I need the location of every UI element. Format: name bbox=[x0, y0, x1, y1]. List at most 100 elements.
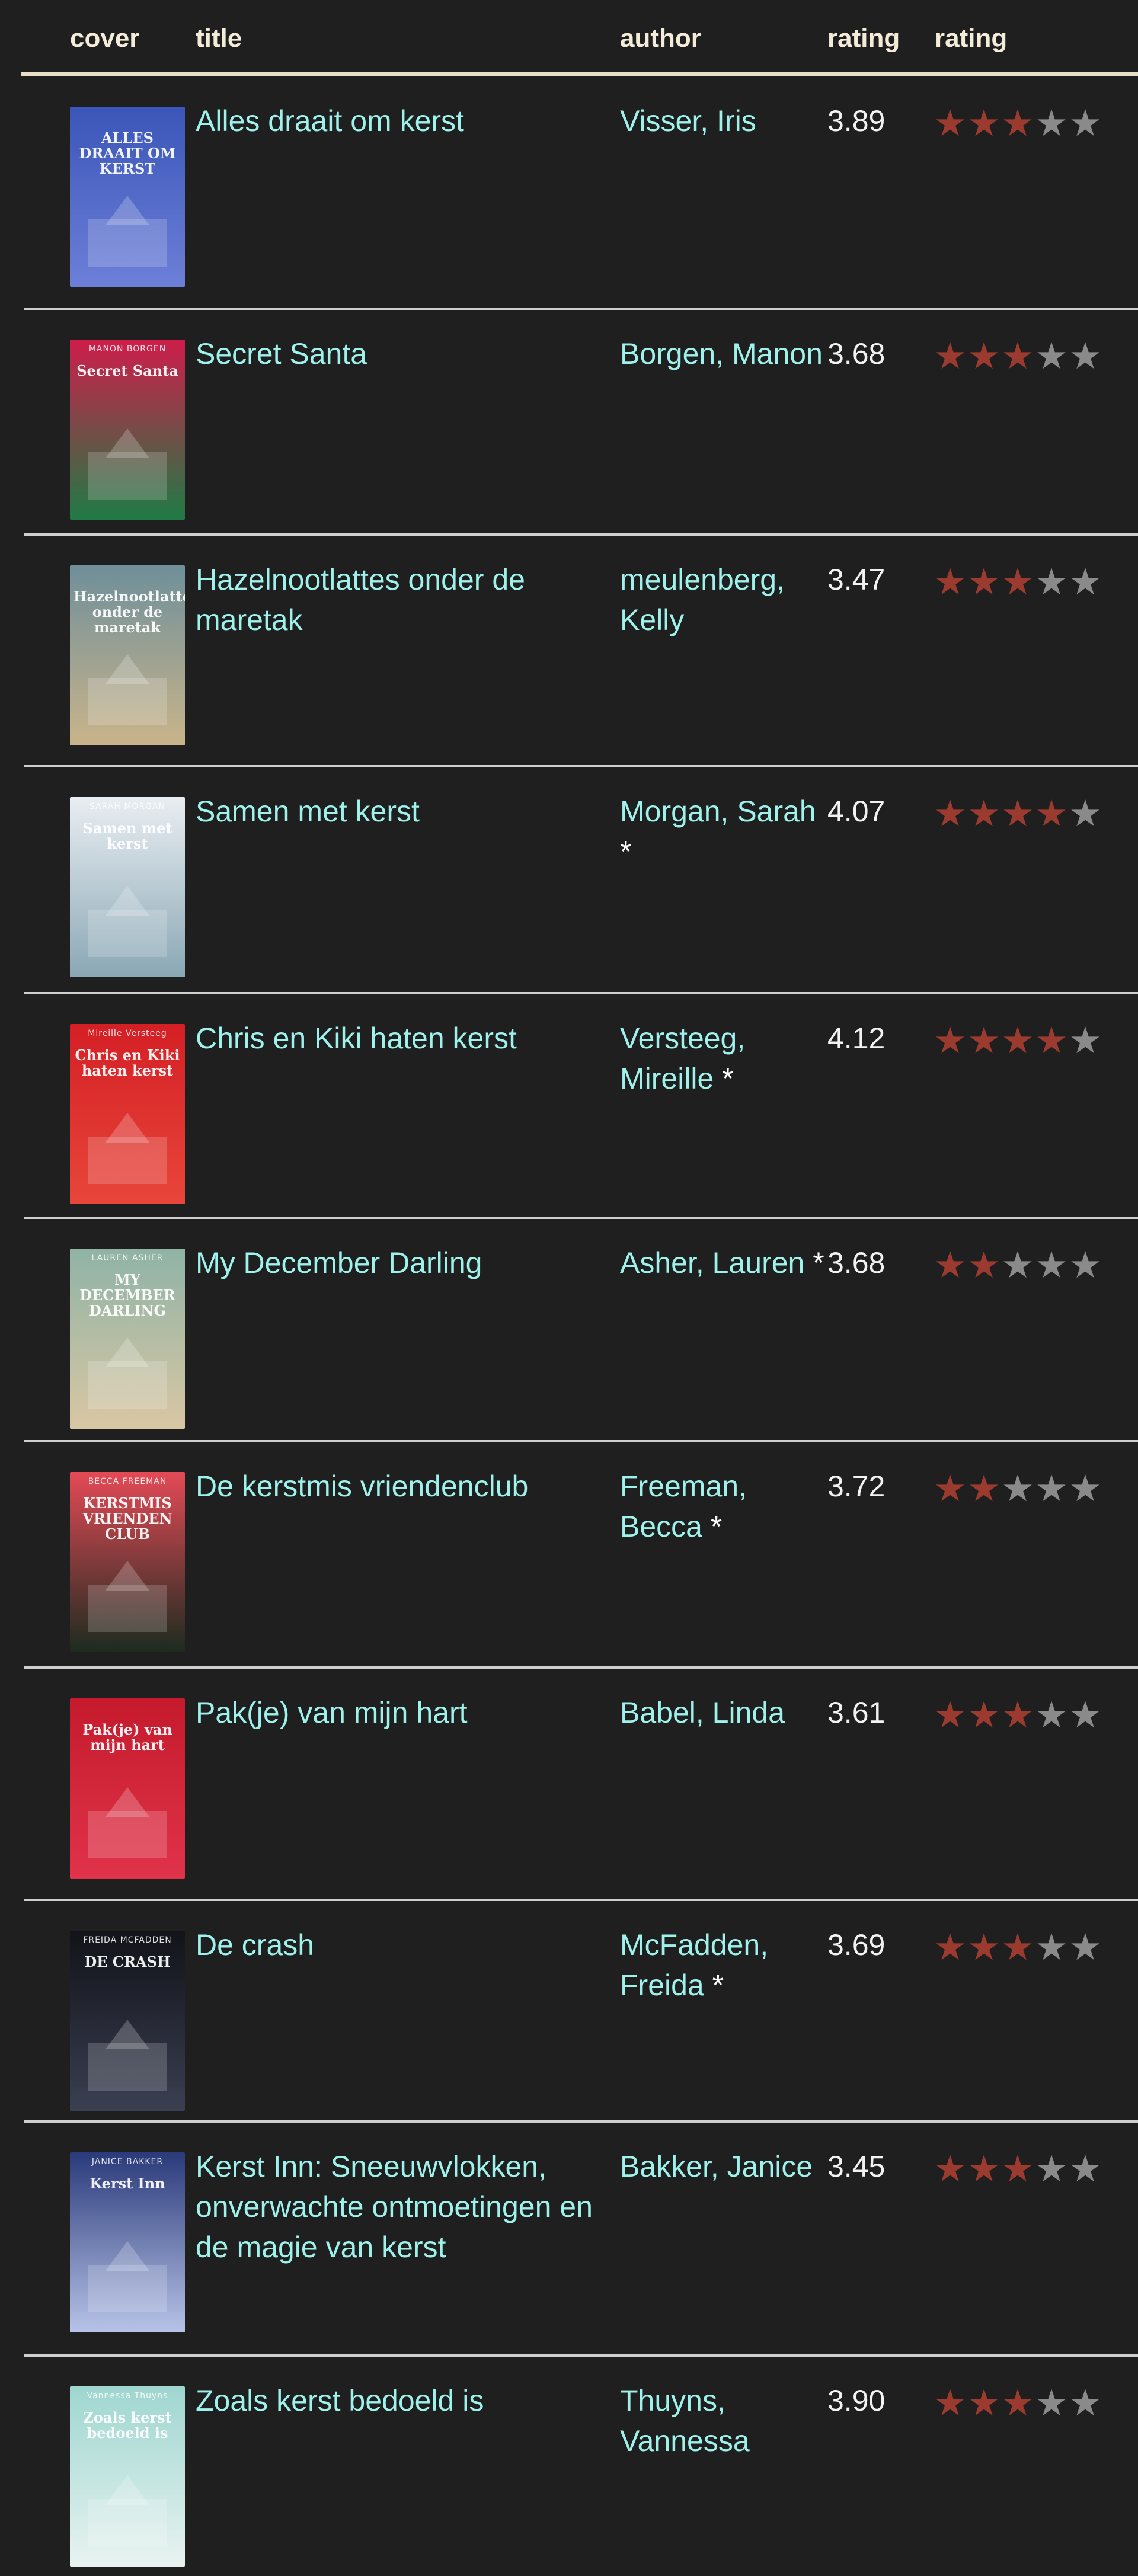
book-cover[interactable]: FREIDA MCFADDEN DE CRASH bbox=[70, 1931, 185, 2111]
book-title-link[interactable]: Hazelnootlattes onder de maretak bbox=[196, 559, 605, 640]
my-rating-stars[interactable]: ★ ★ ★ ★ ★ bbox=[934, 2151, 1102, 2190]
book-title-link[interactable]: My December Darling bbox=[196, 1243, 605, 1283]
rating-star-icon[interactable]: ★ bbox=[1035, 564, 1068, 600]
rating-star-icon[interactable]: ★ bbox=[1035, 1022, 1068, 1059]
rating-star-icon[interactable]: ★ bbox=[1035, 2151, 1068, 2187]
rating-star-icon[interactable]: ★ bbox=[1069, 564, 1102, 600]
my-rating-stars[interactable]: ★ ★ ★ ★ ★ bbox=[934, 338, 1102, 377]
rating-star-icon[interactable]: ★ bbox=[1035, 795, 1068, 832]
author-link[interactable]: Visser, Iris bbox=[620, 101, 833, 141]
book-title-link[interactable]: Secret Santa bbox=[196, 334, 605, 374]
book-title-link[interactable]: Zoals kerst bedoeld is bbox=[196, 2380, 605, 2421]
rating-star-icon[interactable]: ★ bbox=[967, 564, 1000, 600]
book-cover[interactable]: Mireille Versteeg Chris en Kiki haten ke… bbox=[70, 1024, 185, 1204]
book-title-link[interactable]: De crash bbox=[196, 1925, 605, 1965]
rating-star-icon[interactable]: ★ bbox=[934, 795, 967, 832]
my-rating-stars[interactable]: ★ ★ ★ ★ ★ bbox=[934, 1470, 1102, 1510]
rating-star-icon[interactable]: ★ bbox=[1001, 338, 1034, 375]
rating-star-icon[interactable]: ★ bbox=[1001, 1470, 1034, 1507]
author-link[interactable]: Morgan, Sarah * bbox=[620, 791, 833, 872]
rating-star-icon[interactable]: ★ bbox=[1069, 1247, 1102, 1284]
book-title-link[interactable]: De kerstmis vriendenclub bbox=[196, 1466, 605, 1506]
rating-star-icon[interactable]: ★ bbox=[934, 1697, 967, 1733]
rating-star-icon[interactable]: ★ bbox=[1069, 1929, 1102, 1966]
rating-star-icon[interactable]: ★ bbox=[1001, 2385, 1034, 2421]
rating-star-icon[interactable]: ★ bbox=[934, 1022, 967, 1059]
book-cover[interactable]: Hazelnootlattes onder de maretak bbox=[70, 565, 185, 745]
rating-star-icon[interactable]: ★ bbox=[967, 2385, 1000, 2421]
rating-star-icon[interactable]: ★ bbox=[967, 1929, 1000, 1966]
my-rating-stars[interactable]: ★ ★ ★ ★ ★ bbox=[934, 105, 1102, 145]
rating-star-icon[interactable]: ★ bbox=[1035, 1929, 1068, 1966]
rating-star-icon[interactable]: ★ bbox=[1069, 795, 1102, 832]
rating-star-icon[interactable]: ★ bbox=[1001, 2151, 1034, 2187]
header-author[interactable]: author bbox=[620, 24, 701, 53]
author-link[interactable]: McFadden, Freida * bbox=[620, 1925, 833, 2005]
rating-star-icon[interactable]: ★ bbox=[967, 1022, 1000, 1059]
book-title-link[interactable]: Samen met kerst bbox=[196, 791, 605, 831]
rating-star-icon[interactable]: ★ bbox=[1035, 1470, 1068, 1507]
my-rating-stars[interactable]: ★ ★ ★ ★ ★ bbox=[934, 2385, 1102, 2424]
rating-star-icon[interactable]: ★ bbox=[934, 2151, 967, 2187]
header-cover[interactable]: cover bbox=[70, 24, 139, 53]
rating-star-icon[interactable]: ★ bbox=[934, 2385, 967, 2421]
author-link[interactable]: Thuyns, Vannessa bbox=[620, 2380, 833, 2461]
rating-star-icon[interactable]: ★ bbox=[1069, 1022, 1102, 1059]
book-cover[interactable]: BECCA FREEMAN KERSTMIS VRIENDEN CLUB bbox=[70, 1472, 185, 1652]
rating-star-icon[interactable]: ★ bbox=[1069, 2385, 1102, 2421]
book-cover[interactable]: LAUREN ASHER MY DECEMBER DARLING bbox=[70, 1249, 185, 1429]
my-rating-stars[interactable]: ★ ★ ★ ★ ★ bbox=[934, 1022, 1102, 1062]
author-link[interactable]: Babel, Linda bbox=[620, 1692, 833, 1733]
rating-star-icon[interactable]: ★ bbox=[967, 338, 1000, 375]
rating-star-icon[interactable]: ★ bbox=[967, 2151, 1000, 2187]
rating-star-icon[interactable]: ★ bbox=[1035, 2385, 1068, 2421]
rating-star-icon[interactable]: ★ bbox=[1001, 564, 1034, 600]
rating-star-icon[interactable]: ★ bbox=[1035, 105, 1068, 142]
rating-star-icon[interactable]: ★ bbox=[967, 1470, 1000, 1507]
rating-star-icon[interactable]: ★ bbox=[967, 105, 1000, 142]
rating-star-icon[interactable]: ★ bbox=[967, 795, 1000, 832]
rating-star-icon[interactable]: ★ bbox=[1001, 1697, 1034, 1733]
rating-star-icon[interactable]: ★ bbox=[1069, 338, 1102, 375]
rating-star-icon[interactable]: ★ bbox=[1001, 1247, 1034, 1284]
rating-star-icon[interactable]: ★ bbox=[1069, 1470, 1102, 1507]
rating-star-icon[interactable]: ★ bbox=[934, 105, 967, 142]
rating-star-icon[interactable]: ★ bbox=[934, 338, 967, 375]
header-title[interactable]: title bbox=[196, 24, 242, 53]
author-link[interactable]: Asher, Lauren * bbox=[620, 1243, 833, 1283]
header-avg-rating[interactable]: rating bbox=[827, 24, 900, 53]
rating-star-icon[interactable]: ★ bbox=[1001, 105, 1034, 142]
rating-star-icon[interactable]: ★ bbox=[967, 1247, 1000, 1284]
rating-star-icon[interactable]: ★ bbox=[934, 1247, 967, 1284]
rating-star-icon[interactable]: ★ bbox=[1001, 1929, 1034, 1966]
author-link[interactable]: Bakker, Janice bbox=[620, 2146, 833, 2187]
my-rating-stars[interactable]: ★ ★ ★ ★ ★ bbox=[934, 795, 1102, 835]
rating-star-icon[interactable]: ★ bbox=[1069, 1697, 1102, 1733]
rating-star-icon[interactable]: ★ bbox=[1069, 2151, 1102, 2187]
book-cover[interactable]: Vannessa Thuyns Zoals kerst bedoeld is bbox=[70, 2386, 185, 2567]
rating-star-icon[interactable]: ★ bbox=[934, 1929, 967, 1966]
book-cover[interactable]: MANON BORGEN Secret Santa bbox=[70, 340, 185, 520]
author-link[interactable]: Borgen, Manon bbox=[620, 334, 833, 374]
rating-star-icon[interactable]: ★ bbox=[1035, 1247, 1068, 1284]
book-cover[interactable]: Pak(je) van mijn hart bbox=[70, 1698, 185, 1879]
book-title-link[interactable]: Chris en Kiki haten kerst bbox=[196, 1018, 605, 1058]
rating-star-icon[interactable]: ★ bbox=[934, 1470, 967, 1507]
my-rating-stars[interactable]: ★ ★ ★ ★ ★ bbox=[934, 1247, 1102, 1287]
book-cover[interactable]: ALLES DRAAIT OM KERST bbox=[70, 107, 185, 287]
book-cover[interactable]: SARAH MORGAN Samen met kerst bbox=[70, 797, 185, 977]
book-cover[interactable]: JANICE BAKKER Kerst Inn bbox=[70, 2152, 185, 2332]
author-link[interactable]: Freeman, Becca * bbox=[620, 1466, 833, 1547]
author-link[interactable]: Versteeg, Mireille * bbox=[620, 1018, 833, 1099]
my-rating-stars[interactable]: ★ ★ ★ ★ ★ bbox=[934, 1697, 1102, 1736]
rating-star-icon[interactable]: ★ bbox=[1001, 795, 1034, 832]
rating-star-icon[interactable]: ★ bbox=[1035, 1697, 1068, 1733]
rating-star-icon[interactable]: ★ bbox=[934, 564, 967, 600]
my-rating-stars[interactable]: ★ ★ ★ ★ ★ bbox=[934, 564, 1102, 603]
book-title-link[interactable]: Kerst Inn: Sneeuwvlokken, onverwachte on… bbox=[196, 2146, 605, 2267]
book-title-link[interactable]: Pak(je) van mijn hart bbox=[196, 1692, 605, 1733]
rating-star-icon[interactable]: ★ bbox=[1069, 105, 1102, 142]
my-rating-stars[interactable]: ★ ★ ★ ★ ★ bbox=[934, 1929, 1102, 1969]
book-title-link[interactable]: Alles draait om kerst bbox=[196, 101, 605, 141]
header-my-rating[interactable]: rating bbox=[935, 24, 1007, 53]
